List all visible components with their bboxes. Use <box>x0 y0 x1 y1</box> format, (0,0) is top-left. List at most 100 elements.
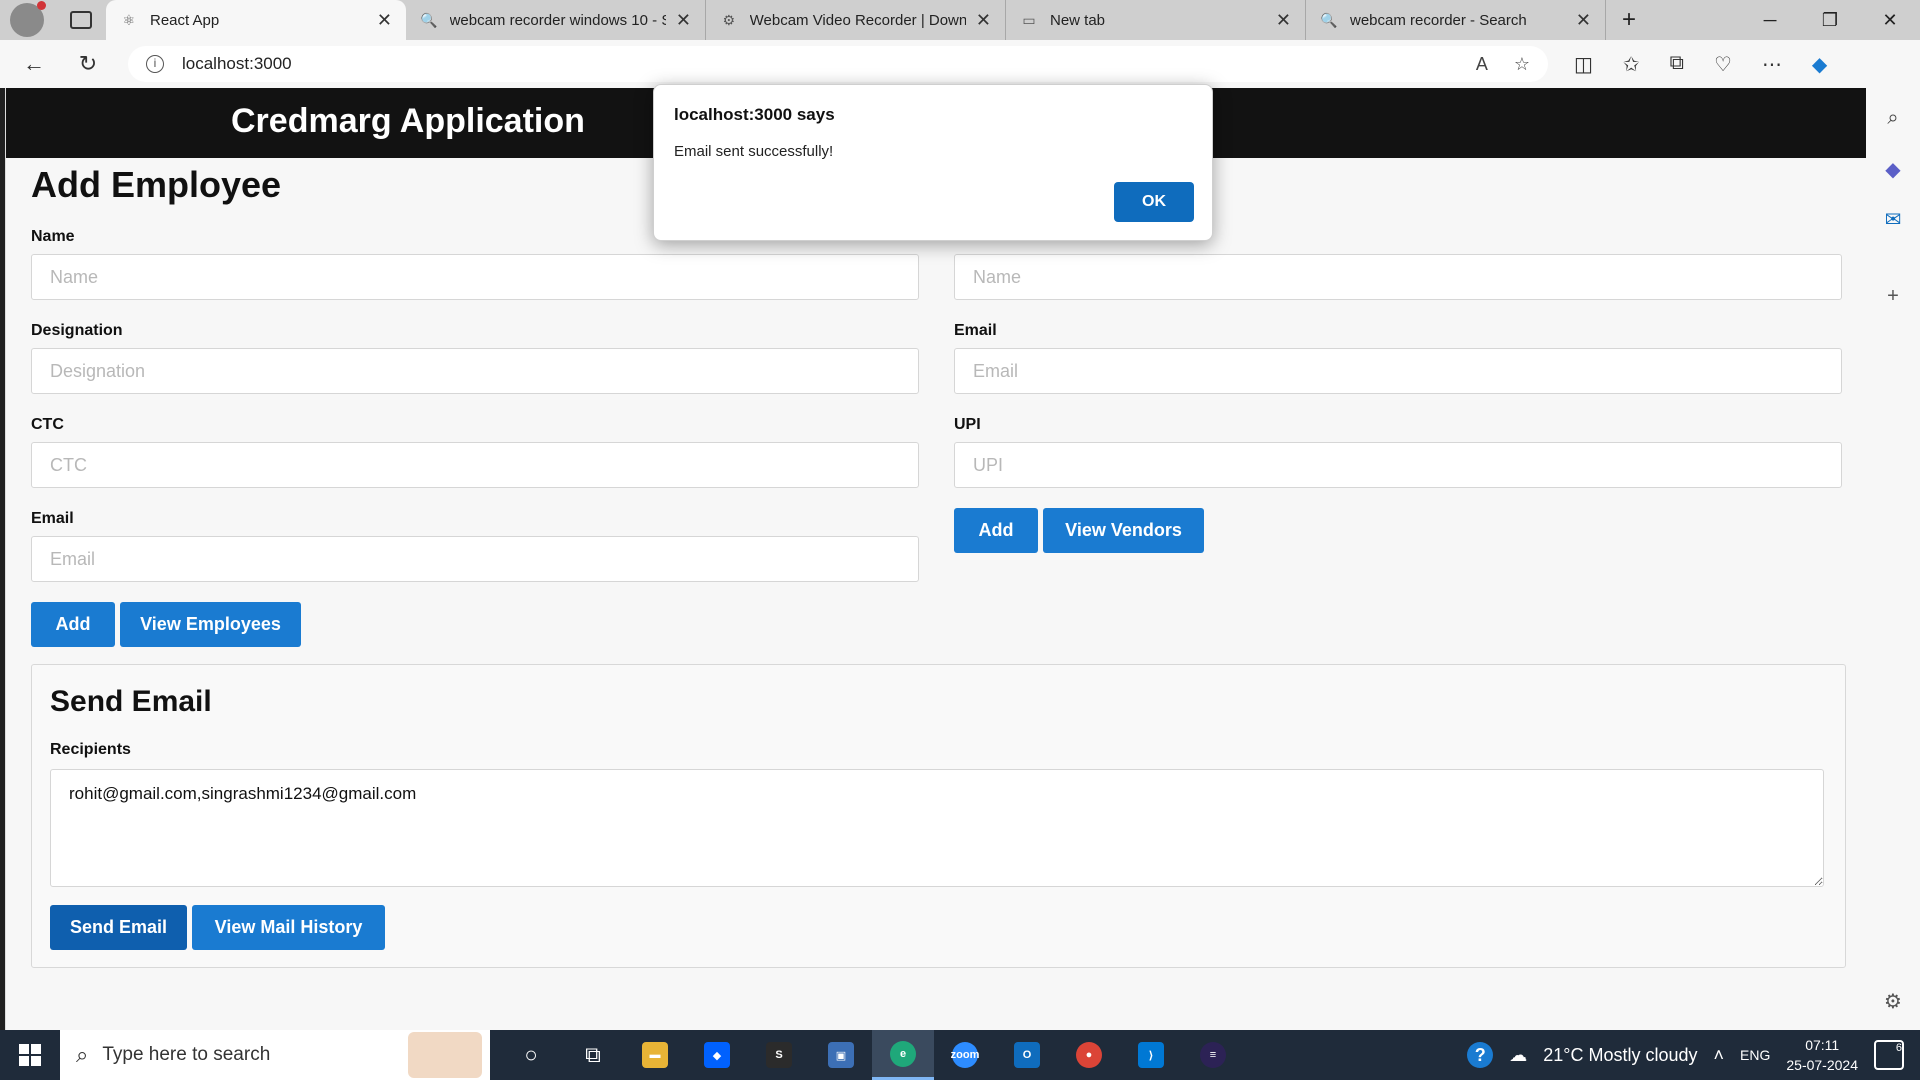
employee-ctc-label: CTC <box>31 416 64 433</box>
notification-center-icon[interactable]: 6 <box>1874 1040 1904 1070</box>
send-email-button[interactable]: Send Email <box>50 905 187 950</box>
outlook-icon[interactable]: ✉ <box>1881 208 1905 232</box>
add-employee-button[interactable]: Add <box>31 602 115 647</box>
app-title: Credmarg Application <box>231 102 585 140</box>
vendor-upi-label: UPI <box>954 416 981 433</box>
tab-actions-icon[interactable] <box>70 11 92 29</box>
language-indicator[interactable]: ENG <box>1740 1047 1770 1063</box>
employee-designation-input[interactable] <box>31 348 919 394</box>
settings-gear-icon[interactable]: ⚙ <box>1881 990 1905 1014</box>
close-tab-icon[interactable]: ✕ <box>966 10 991 31</box>
page-title: Add Employee <box>31 164 282 205</box>
eclipse-icon[interactable]: ≡ <box>1182 1030 1244 1080</box>
tab-webcam-recorder-windows[interactable]: 🔍 webcam recorder windows 10 - S ✕ <box>406 0 706 40</box>
sublime-icon[interactable]: S <box>748 1030 810 1080</box>
weather-cloud-icon[interactable]: ☁ <box>1509 1045 1527 1066</box>
view-mail-history-button[interactable]: View Mail History <box>192 905 385 950</box>
dialog-message: Email sent successfully! <box>674 143 834 160</box>
dialog-title: localhost:3000 says <box>674 105 835 124</box>
vscode-icon[interactable]: ⟩ <box>1120 1030 1182 1080</box>
chevron-up-icon[interactable]: ˄ <box>1714 1045 1725 1066</box>
dialog-ok-button[interactable]: OK <box>1114 182 1194 222</box>
edge-browser-icon[interactable]: e <box>872 1030 934 1080</box>
weather-text[interactable]: 21°C Mostly cloudy <box>1543 1045 1697 1066</box>
tab-title: webcam recorder windows 10 - S <box>449 11 666 29</box>
refresh-icon[interactable]: ↻ <box>68 51 108 77</box>
copilot-app-icon[interactable]: ◆ <box>1881 158 1905 182</box>
vendor-email-input[interactable] <box>954 348 1842 394</box>
add-sidebar-app-icon[interactable]: + <box>1881 284 1905 308</box>
close-window-icon[interactable]: ✕ <box>1860 10 1920 31</box>
add-vendor-button[interactable]: Add <box>954 508 1038 553</box>
tab-webcam-video-recorder[interactable]: ⚙ Webcam Video Recorder | Downl ✕ <box>706 0 1006 40</box>
close-tab-icon[interactable]: ✕ <box>1266 10 1291 31</box>
tab-react-app[interactable]: ⚛ React App ✕ <box>106 0 406 40</box>
tab-title: React App <box>150 11 220 29</box>
file-explorer-icon[interactable]: ▬ <box>624 1030 686 1080</box>
taskbar-search-placeholder: Type here to search <box>102 1044 271 1065</box>
favorites-icon[interactable]: ✩ <box>1623 52 1640 77</box>
tab-title: New tab <box>1050 11 1106 29</box>
cortana-icon[interactable]: ○ <box>500 1030 562 1080</box>
taskbar-search-box[interactable]: ⌕ Type here to search <box>60 1030 490 1080</box>
search-icon: ⌕ <box>76 1042 89 1067</box>
employee-designation-label: Designation <box>31 322 123 339</box>
read-aloud-icon[interactable]: A <box>1476 54 1488 75</box>
employee-email-label: Email <box>31 510 74 527</box>
close-tab-icon[interactable]: ✕ <box>367 10 392 31</box>
task-view-icon[interactable]: ⧉ <box>562 1030 624 1080</box>
vendor-upi-input[interactable] <box>954 442 1842 488</box>
outlook-icon[interactable]: O <box>996 1030 1058 1080</box>
dropbox-icon[interactable]: ◆ <box>686 1030 748 1080</box>
search-icon[interactable]: ⌕ <box>1881 106 1905 130</box>
browser-essentials-icon[interactable]: ♡ <box>1714 52 1732 77</box>
recipients-label: Recipients <box>50 741 131 758</box>
alert-dialog: localhost:3000 says Email sent successfu… <box>653 84 1213 241</box>
browser-tabstrip: ⚛ React App ✕ 🔍 webcam recorder windows … <box>0 0 1920 40</box>
browser-toolbar: ← ↻ i localhost:3000 A ☆ ◫ ✩ ⧉ ♡ ⋯ ◆ <box>0 40 1920 88</box>
new-tab-icon: ▭ <box>1022 11 1036 28</box>
clock-time: 07:11 <box>1805 1037 1840 1053</box>
employee-name-input[interactable] <box>31 254 919 300</box>
view-employees-button[interactable]: View Employees <box>120 602 301 647</box>
close-tab-icon[interactable]: ✕ <box>1566 10 1591 31</box>
employee-email-input[interactable] <box>31 536 919 582</box>
edge-sidebar: ⌕ ◆ ✉ + ⚙ <box>1866 88 1920 1030</box>
tab-title: Webcam Video Recorder | Downl <box>749 11 966 29</box>
more-menu-icon[interactable]: ⋯ <box>1762 52 1782 77</box>
windows-logo-icon <box>19 1044 41 1066</box>
vendor-name-input[interactable] <box>954 254 1842 300</box>
remote-desktop-icon[interactable]: ▣ <box>810 1030 872 1080</box>
recipients-textarea[interactable] <box>50 769 1824 887</box>
split-screen-icon[interactable]: ◫ <box>1574 52 1593 77</box>
favorite-star-icon[interactable]: ☆ <box>1514 54 1530 75</box>
site-info-icon[interactable]: i <box>146 55 164 73</box>
start-button[interactable] <box>0 1030 60 1080</box>
tab-new-tab[interactable]: ▭ New tab ✕ <box>1006 0 1306 40</box>
search-highlight-illustration <box>408 1032 482 1078</box>
url-text[interactable]: localhost:3000 <box>182 54 292 74</box>
zoom-icon[interactable]: zoom <box>934 1030 996 1080</box>
send-email-heading: Send Email <box>50 685 212 718</box>
collections-icon[interactable]: ⧉ <box>1670 52 1684 77</box>
tab-webcam-recorder-search[interactable]: 🔍 webcam recorder - Search ✕ <box>1306 0 1606 40</box>
new-tab-plus-icon[interactable]: + <box>1622 6 1636 34</box>
employee-ctc-input[interactable] <box>31 442 919 488</box>
recorder-icon: ⚙ <box>722 11 736 28</box>
clock[interactable]: 07:11 25-07-2024 <box>1786 1035 1858 1075</box>
react-icon: ⚛ <box>122 11 136 28</box>
back-arrow-icon[interactable]: ← <box>14 51 54 77</box>
address-bar[interactable]: i localhost:3000 A ☆ <box>128 46 1548 82</box>
system-tray: ? ☁ 21°C Mostly cloudy ˄ ENG 07:11 25-07… <box>1467 1035 1920 1075</box>
chrome-icon[interactable]: ● <box>1058 1030 1120 1080</box>
copilot-icon[interactable]: ◆ <box>1812 52 1827 77</box>
close-tab-icon[interactable]: ✕ <box>666 10 691 31</box>
profile-avatar-icon[interactable] <box>10 1 46 37</box>
help-icon[interactable]: ? <box>1467 1042 1494 1068</box>
windows-taskbar: ⌕ Type here to search ○ ⧉ ▬ ◆ S ▣ e zoom… <box>0 1030 1920 1080</box>
notification-count: 6 <box>1895 1042 1902 1054</box>
window-controls: ─ ❐ ✕ <box>1740 10 1920 31</box>
view-vendors-button[interactable]: View Vendors <box>1043 508 1204 553</box>
restore-icon[interactable]: ❐ <box>1800 10 1860 31</box>
minimize-icon[interactable]: ─ <box>1740 10 1800 31</box>
